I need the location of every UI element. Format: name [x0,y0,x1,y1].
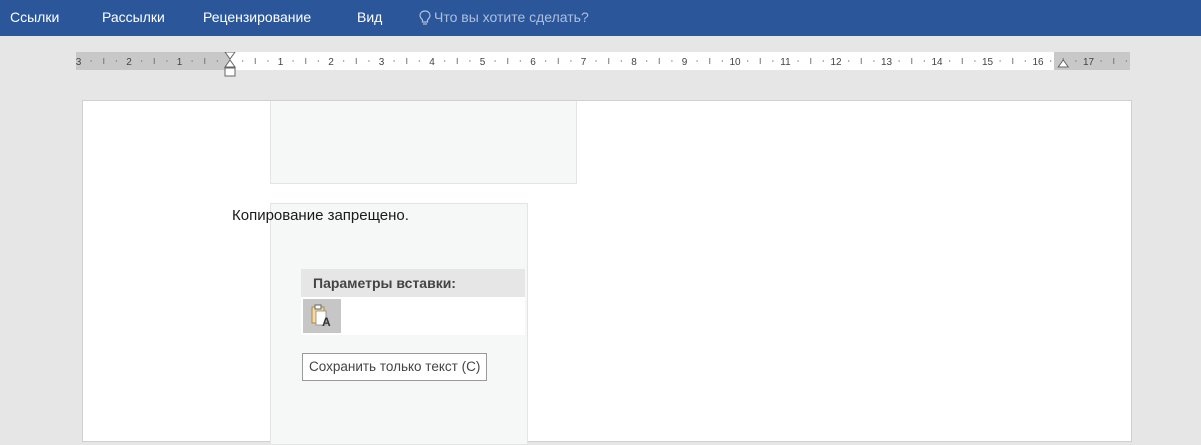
ruler-quarter-dot [949,60,951,62]
ruler-quarter-dot [368,60,370,62]
ruler-number: 17 [1083,57,1095,68]
ruler-number: 14 [931,57,943,68]
ruler-quarter-dot [747,60,749,62]
right-indent-marker[interactable] [1057,59,1070,68]
ruler-quarter-dot [696,60,698,62]
tab-links[interactable]: Ссылки [10,9,59,25]
ruler-quarter-dot [646,60,648,62]
tell-me-placeholder: Что вы хотите сделать? [434,9,589,25]
lightbulb-icon [419,10,431,25]
ruler-quarter-dot [519,60,521,62]
ruler-quarter-dot [873,60,875,62]
ruler-quarter-dot [1024,60,1026,62]
ruler-quarter-dot [1125,60,1127,62]
left-indent-box[interactable] [224,67,236,77]
ruler-quarter-dot [141,60,143,62]
ruler-quarter-dot [545,60,547,62]
ribbon-tabs: Ссылки Рассылки Рецензирование Вид Что в… [0,0,1201,36]
ruler-quarter-dot [242,60,244,62]
ruler-quarter-dot [494,60,496,62]
ruler-number: 9 [682,57,688,68]
paste-options-header: Параметры вставки: [301,269,525,297]
paste-option-tooltip: Сохранить только текст (С) [302,353,488,381]
ruler-quarter-dot [115,60,117,62]
ruler-quarter-dot [1075,60,1077,62]
ruler-number: 7 [581,57,587,68]
ruler-quarter-dot [317,60,319,62]
ruler-quarter-dot [444,60,446,62]
ruler-quarter-dot [418,60,420,62]
ruler-quarter-dot [898,60,900,62]
ruler-quarter-dot [595,60,597,62]
ruler-quarter-dot [822,60,824,62]
ruler-number: 6 [530,57,536,68]
ruler-number: 4 [429,57,435,68]
ruler-quarter-dot [267,60,269,62]
ruler-number: 10 [729,57,741,68]
ruler-quarter-dot [191,60,193,62]
ruler-number: 8 [631,57,637,68]
ruler-number: 2 [328,57,334,68]
paste-options-label: Параметры вставки: [313,275,456,291]
paste-options-row: A [301,297,525,335]
drag-ghost-top [270,101,577,184]
ruler-quarter-dot [90,60,92,62]
tab-review[interactable]: Рецензирование [203,9,311,25]
ruler-quarter-dot [772,60,774,62]
ruler-quarter-dot [1050,60,1052,62]
ruler-quarter-dot [469,60,471,62]
document-text[interactable]: Копирование запрещено. [232,207,409,224]
ruler-number: 16 [1032,57,1044,68]
ruler-number: 13 [881,57,893,68]
horizontal-ruler[interactable]: 3 2 1 1 2 3 4 5 6 7 8 9 10 11 12 13 14 15 16 17 [76,52,1130,77]
ruler-quarter-dot [166,60,168,62]
ruler-number: 2 [126,57,132,68]
ruler-quarter-dot [292,60,294,62]
clipboard-text-icon: A [311,304,331,329]
ruler-ticks: 3 2 1 1 2 3 4 5 6 7 8 9 10 11 12 13 14 15 16 17 [76,52,1127,77]
ruler-number: 1 [278,57,284,68]
ruler-quarter-dot [393,60,395,62]
ruler-quarter-dot [999,60,1001,62]
document-page[interactable]: Копирование запрещено. Параметры вставки… [82,100,1132,445]
ruler-quarter-dot [1100,60,1102,62]
tab-view[interactable]: Вид [357,9,382,25]
ruler-number: 11 [780,57,791,68]
ruler-quarter-dot [216,60,218,62]
ruler-quarter-dot [797,60,799,62]
ruler-quarter-dot [923,60,925,62]
ruler-number: 5 [480,57,486,68]
ruler-quarter-dot [721,60,723,62]
ruler-quarter-dot [671,60,673,62]
ruler-number: 3 [76,57,82,68]
ruler-number: 3 [379,57,385,68]
ruler-number: 15 [982,57,994,68]
keep-text-only-button[interactable]: A [303,299,341,333]
left-indent-marker[interactable] [224,52,236,68]
svg-text:A: A [322,315,331,329]
ruler-quarter-dot [620,60,622,62]
ruler-quarter-dot [570,60,572,62]
ruler-quarter-dot [343,60,345,62]
ruler-number: 12 [830,57,842,68]
ruler-quarter-dot [848,60,850,62]
ruler-quarter-dot [974,60,976,62]
tab-mailings[interactable]: Рассылки [102,9,165,25]
ruler-number: 1 [177,57,183,68]
